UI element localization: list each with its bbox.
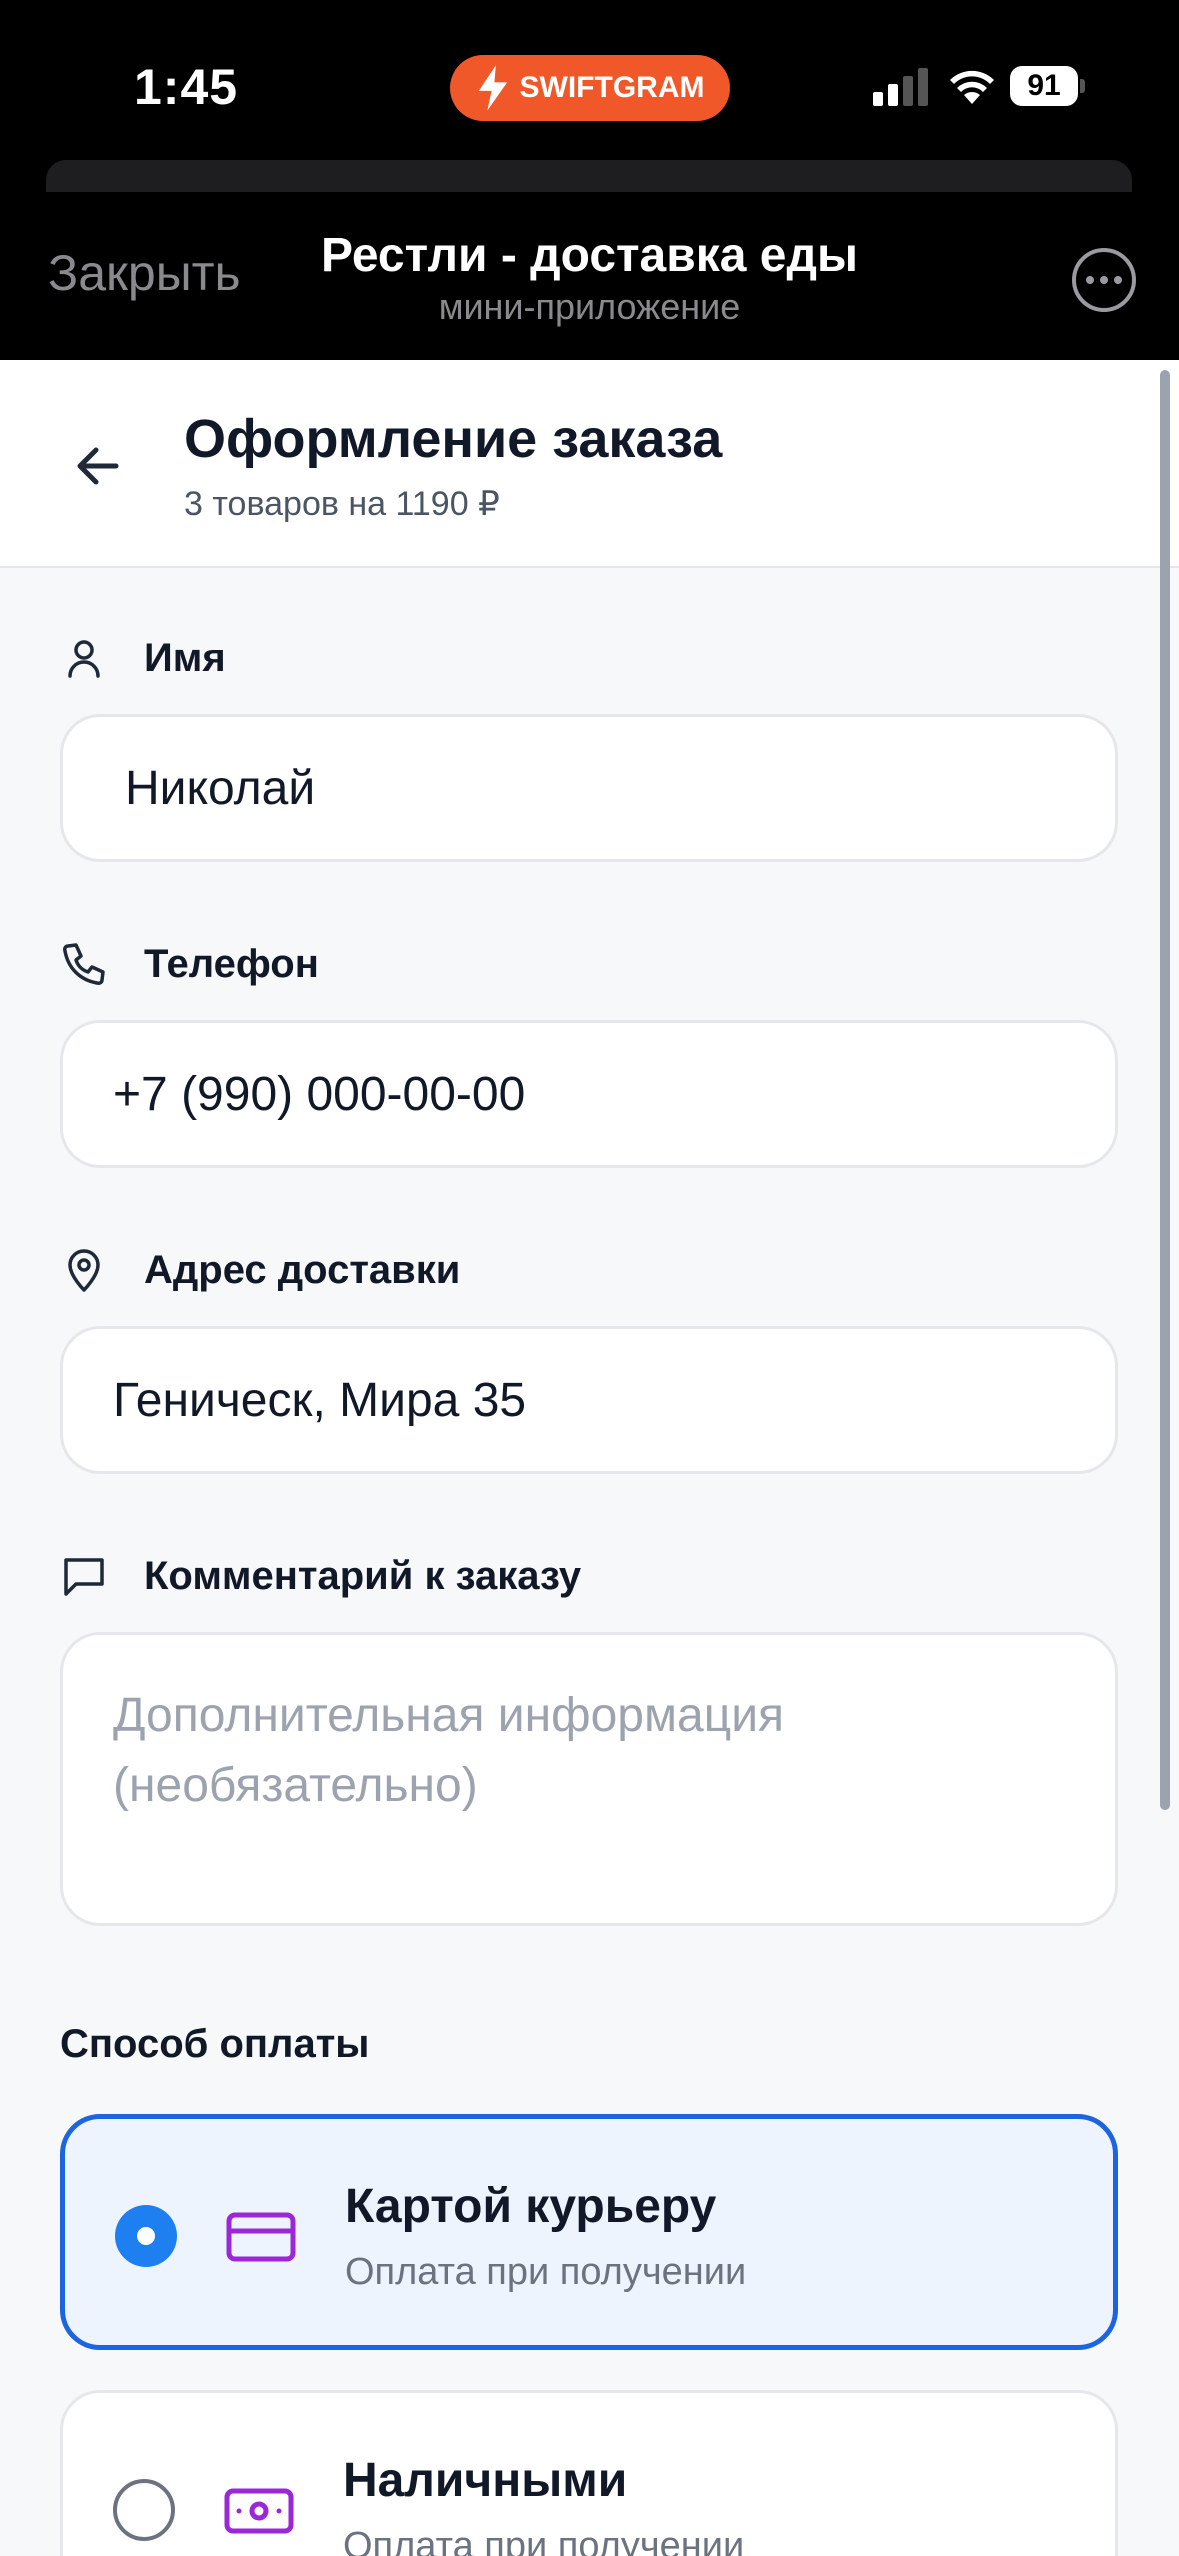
radio-selected[interactable] xyxy=(115,2205,177,2267)
status-time: 1:45 xyxy=(134,59,239,115)
swiftgram-badge[interactable]: SWIFTGRAM xyxy=(450,55,730,121)
page-title: Оформление заказа xyxy=(184,409,723,469)
sheet-handle xyxy=(46,160,1132,192)
mini-app-title: Рестли - доставка еды xyxy=(321,229,858,282)
cellular-signal-icon xyxy=(873,68,928,106)
address-label: Адрес доставки xyxy=(60,1246,460,1294)
back-arrow-icon[interactable] xyxy=(70,438,126,494)
status-bar: 1:45 SWIFTGRAM 91 xyxy=(0,0,1179,165)
phone-input[interactable]: +7 (990) 000-00-00 xyxy=(60,1020,1118,1168)
credit-card-icon xyxy=(226,2212,296,2262)
page-header: Оформление заказа 3 товаров на 1190 ₽ xyxy=(0,360,1179,568)
user-icon xyxy=(68,640,100,678)
radio-unselected[interactable] xyxy=(113,2479,175,2541)
address-input[interactable]: Геническ, Мира 35 xyxy=(60,1326,1118,1474)
payment-option-subtitle: Оплата при получении xyxy=(345,2251,747,2293)
address-label-text: Адрес доставки xyxy=(144,1247,461,1292)
location-pin-icon xyxy=(68,1249,100,1292)
mini-app-subtitle: мини-приложение xyxy=(438,286,741,327)
payment-option-title: Картой курьеру xyxy=(345,2180,717,2233)
name-input[interactable]: Николай xyxy=(60,714,1118,862)
message-icon xyxy=(64,1558,104,1596)
phone-label: Телефон xyxy=(60,940,319,988)
wifi-icon xyxy=(950,70,994,104)
scrollbar[interactable] xyxy=(1160,370,1170,1810)
comment-label-text: Комментарий к заказу xyxy=(144,1553,582,1598)
mini-app-header: Закрыть Рестли - доставка еды мини-прило… xyxy=(0,160,1179,360)
comment-label: Комментарий к заказу xyxy=(60,1552,581,1600)
payment-option-subtitle: Оплата при получении xyxy=(343,2525,745,2556)
comment-placeholder-line2: (необязательно) xyxy=(113,1759,478,1812)
battery-level: 91 xyxy=(1010,66,1078,106)
swiftgram-badge-label: SWIFTGRAM xyxy=(519,71,705,104)
payment-option-card[interactable]: Картой курьеру Оплата при получении xyxy=(60,2114,1118,2350)
name-label-text: Имя xyxy=(144,635,226,680)
phone-icon xyxy=(63,943,105,985)
cash-icon xyxy=(224,2488,294,2534)
battery-icon: 91 xyxy=(1010,66,1085,106)
more-options-icon[interactable] xyxy=(1072,248,1136,312)
name-label: Имя xyxy=(60,634,226,682)
comment-placeholder-line1: Дополнительная информация xyxy=(113,1689,784,1742)
payment-option-cash[interactable]: Наличными Оплата при получении xyxy=(60,2390,1118,2556)
phone-label-text: Телефон xyxy=(144,941,319,986)
payment-option-title: Наличными xyxy=(343,2454,628,2507)
comment-textarea[interactable]: Дополнительная информация (необязательно… xyxy=(60,1632,1118,1926)
lightning-icon xyxy=(478,65,507,111)
order-summary: 3 товаров на 1190 ₽ xyxy=(184,485,500,523)
payment-method-title: Способ оплаты xyxy=(60,2022,370,2066)
